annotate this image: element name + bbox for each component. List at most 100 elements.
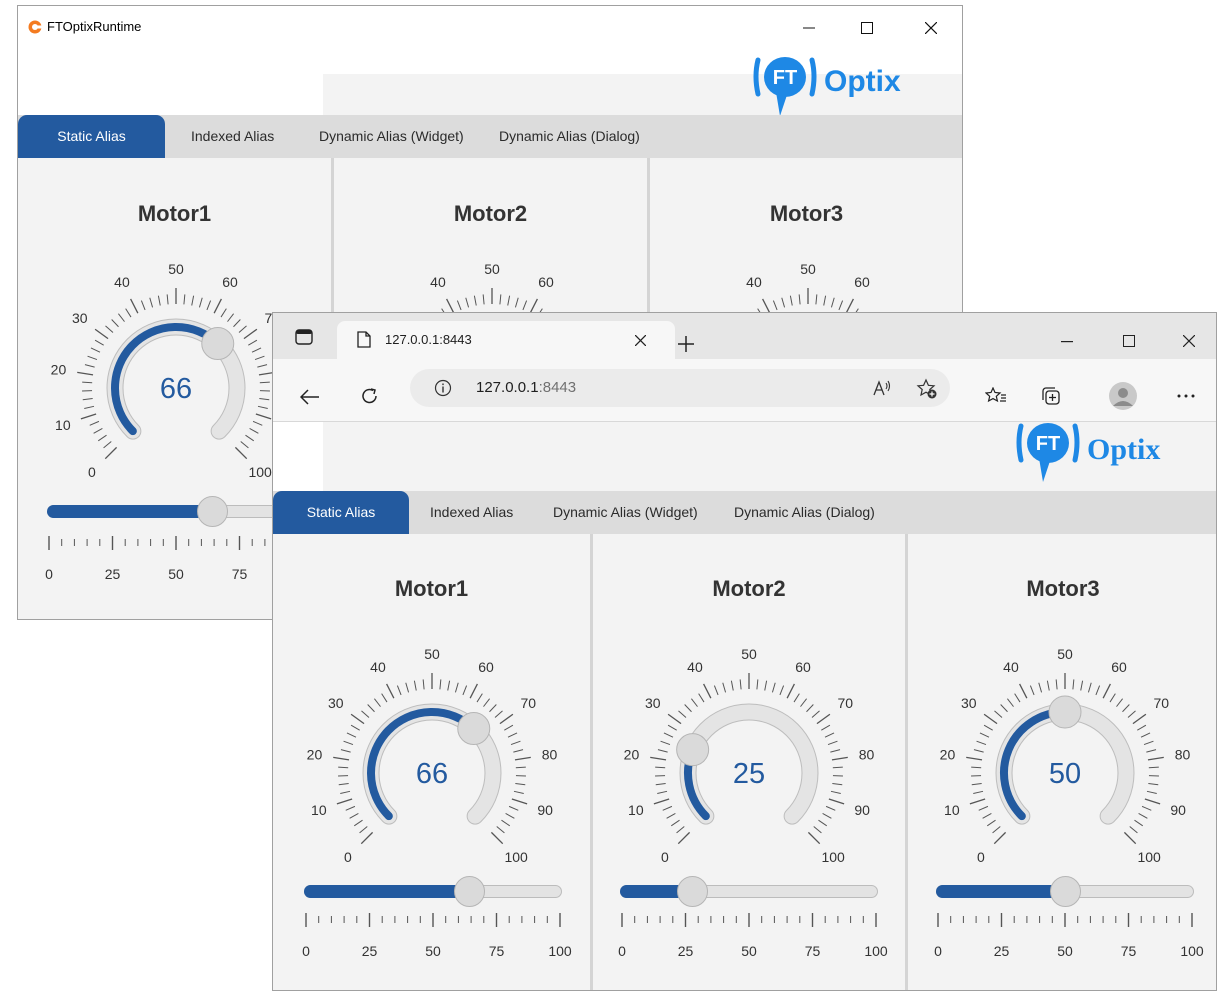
slider-thumb[interactable] [1049,876,1081,907]
maximize-button[interactable] [844,12,890,44]
slider-thumb[interactable] [196,496,228,527]
gauge-minor-tick [522,300,528,311]
gauge-minor-tick [779,685,785,696]
favorites-icon[interactable] [985,387,1007,405]
motor-gauge[interactable]: 0 10 20 30 40 50 60 70 80 90 100 50 [907,631,1217,871]
browser-window: 127.0.0.1:8443 127.0.0.1:8443 FT Optix S… [272,312,1217,991]
gauge-minor-tick [465,297,470,308]
slider-scale-label: 0 [934,943,942,959]
gauge-minor-tick [227,313,235,322]
slider-scale-label: 100 [548,943,572,959]
gauge-major-tick [677,831,691,845]
browser-tab-strip: 127.0.0.1:8443 [273,313,1216,359]
gauge-minor-tick [1087,682,1092,693]
slider-scale: 0255075100 [302,913,572,959]
gauge-minor-tick [220,308,227,318]
gauge-minor-tick [811,710,820,718]
gauge-minor-tick [670,819,680,827]
tab-indexed-alias[interactable]: Indexed Alias [430,491,513,534]
sidebar-icon[interactable] [295,329,313,345]
slider-thumb[interactable] [676,876,708,907]
gauge-minor-tick [238,325,247,333]
gauge-minor-tick [1055,679,1058,690]
slider-scale-label: 25 [362,943,378,959]
gauge-scale-label: 40 [687,659,703,675]
gauge-minor-tick [676,826,685,834]
gauge-thumb[interactable] [676,733,710,767]
gauge-minor-tick [666,813,676,819]
gauge-scale-label: 90 [537,802,553,818]
tab-static-alias[interactable]: Static Alias [273,491,409,534]
tab-dynamic-alias-dialog[interactable]: Dynamic Alias (Dialog) [734,491,875,534]
gauge-minor-tick [149,297,154,308]
gauge-minor-tick [90,347,101,353]
slider-fill [936,885,1065,898]
gauge-minor-tick [971,766,982,769]
slider-scale-label: 100 [1180,943,1204,959]
gauge-minor-tick [793,693,800,703]
gauge-scale-label: 0 [661,849,669,865]
gauge-minor-tick [772,300,778,311]
refresh-icon[interactable] [361,387,379,405]
tab-indexed-alias[interactable]: Indexed Alias [191,115,274,158]
minimize-icon[interactable] [1061,341,1073,343]
gauge-thumb[interactable] [201,327,235,361]
address-bar[interactable]: 127.0.0.1:8443 [410,369,950,407]
info-icon[interactable] [434,379,452,397]
gauge-minor-tick [103,441,112,449]
tab-static-alias[interactable]: Static Alias [18,115,165,158]
profile-icon[interactable] [1108,381,1138,411]
add-favorite-icon[interactable] [916,378,938,400]
slider-scale: 0255075100 [45,536,315,582]
close-icon[interactable] [1183,335,1195,347]
gauge-major-tick [514,756,531,761]
address-url[interactable]: 127.0.0.1:8443 [476,379,576,396]
new-tab-icon[interactable] [678,336,694,352]
tab-dynamic-alias-widget[interactable]: Dynamic Alias (Widget) [319,115,464,158]
motor-slider[interactable] [936,876,1194,907]
gauge-minor-tick [713,685,719,696]
back-icon[interactable] [300,389,320,405]
tab-dynamic-alias-widget[interactable]: Dynamic Alias (Widget) [553,491,698,534]
browser-tab[interactable]: 127.0.0.1:8443 [337,321,675,359]
gauge-minor-tick [815,294,818,305]
gauge-minor-tick [359,826,368,834]
motor-gauge[interactable]: 0 10 20 30 40 50 60 70 80 90 100 25 [591,631,907,871]
gauge-minor-tick [361,710,370,718]
address-host: 127.0.0.1 [476,379,539,396]
gauge-thumb[interactable] [457,712,491,746]
minimize-button[interactable] [786,12,832,44]
motor-slider[interactable] [304,876,562,907]
gauge-major-tick [333,756,350,761]
tab-dynamic-alias-dialog[interactable]: Dynamic Alias (Dialog) [499,115,640,158]
slider-scale-label: 25 [994,943,1010,959]
close-button[interactable] [908,12,954,44]
motor-slider[interactable] [47,496,305,527]
gauge-minor-tick [973,749,984,753]
maximize-icon[interactable] [1123,335,1135,347]
gauge-major-tick [1123,831,1137,845]
gauge-major-tick [94,328,109,340]
gauge-major-tick [807,831,821,845]
runtime-title-bar: FTOptixRuntime [18,6,962,48]
gauge-minor-tick [838,300,844,311]
gauge-minor-tick [827,740,838,746]
more-icon[interactable] [1177,394,1195,398]
gauge-scale-label: 0 [344,849,352,865]
gauge-thumb[interactable] [1048,695,1082,729]
motor-gauge[interactable]: 0 10 20 30 40 50 60 70 80 90 100 66 [274,631,590,871]
motor-slider[interactable] [620,876,878,907]
gauge-minor-tick [825,805,836,811]
read-aloud-icon[interactable] [872,378,892,398]
gauge-major-tick [1102,683,1111,699]
gauge-minor-tick [1116,698,1124,707]
gauge-scale-label: 50 [424,646,440,662]
gauge-major-tick [213,298,222,314]
collections-icon[interactable] [1041,386,1061,406]
gauge-minor-tick [800,698,808,707]
gauge-minor-tick [1134,819,1144,827]
gauge-minor-tick [396,685,402,696]
close-tab-icon[interactable] [635,335,646,346]
gauge-minor-tick [343,740,354,746]
slider-thumb[interactable] [453,876,485,907]
